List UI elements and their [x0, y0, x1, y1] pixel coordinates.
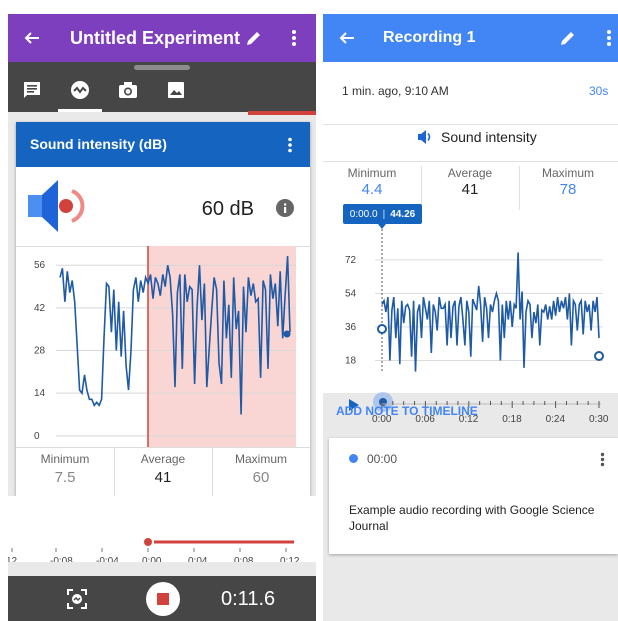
stat-value: 41 — [154, 469, 172, 486]
stat-average: Average 41 — [421, 166, 519, 198]
timeline-tick-label: 0:00 — [142, 556, 162, 562]
stat-value: 4.4 — [361, 181, 383, 198]
timeline-area: 12 -0:08 -0:04 0:00 0:04 0:08 0:12 — [8, 496, 316, 562]
stat-minimum: Minimum 4.4 — [323, 166, 421, 198]
card-header: Sound intensity (dB) — [16, 122, 310, 167]
timeline-tick-label: -0:08 — [50, 556, 73, 562]
y-tick-label: 28 — [34, 346, 46, 357]
back-arrow-icon[interactable] — [20, 26, 44, 50]
stat-label: Minimum — [40, 452, 90, 466]
sensor-title: Sound intensity (dB) — [30, 136, 167, 152]
stat-label: Minimum — [347, 166, 397, 180]
recording-indicator — [248, 111, 316, 115]
back-arrow-icon[interactable] — [335, 26, 359, 50]
sensor-card: Sound intensity (dB) 60 dB 56 42 28 14 0 — [16, 122, 310, 496]
timeline-tick-label: 0:24 — [546, 414, 566, 425]
stat-label: Maximum — [234, 452, 287, 466]
recording-timer: 0:11.6 — [221, 588, 276, 610]
stat-value: 41 — [461, 181, 479, 198]
series-line — [381, 252, 600, 372]
record-bar: 0:11.6 — [8, 576, 316, 621]
recording-title: Recording 1 — [383, 29, 476, 46]
overflow-menu-icon[interactable] — [282, 26, 306, 50]
note-card[interactable]: 00:00 Example audio recording with Googl… — [329, 438, 618, 554]
stop-record-button[interactable] — [146, 582, 180, 616]
duration: 30s — [589, 84, 609, 98]
drag-handle[interactable] — [134, 65, 190, 70]
stat-value: 78 — [559, 181, 577, 198]
stat-label: Average — [447, 166, 493, 180]
y-tick-label: 18 — [345, 355, 357, 366]
timeline-tick-label: 0:12 — [280, 556, 300, 562]
y-tick-label: 14 — [34, 388, 46, 399]
stat-value: 7.5 — [54, 469, 76, 486]
experiment-title: Untitled Experiment — [70, 28, 241, 48]
sensor-name: Sound intensity — [441, 129, 537, 145]
speaker-icon — [28, 177, 90, 240]
timestamp: 1 min. ago, 9:10 AM — [342, 84, 449, 98]
stat-value: 60 — [252, 469, 270, 486]
left-panel: Untitled Experiment Sound intensity (dB)… — [8, 14, 316, 621]
card-menu-icon[interactable] — [280, 134, 300, 156]
value-tooltip: 0:00.0 | 44.26 — [343, 204, 422, 224]
timeline-tick-label: 0:30 — [589, 414, 609, 425]
note-menu-icon[interactable] — [595, 450, 609, 468]
stat-minimum: Minimum 7.5 — [16, 452, 114, 486]
tooltip-value: 44.26 — [390, 208, 416, 220]
note-time: 00:00 — [367, 452, 398, 466]
edit-pencil-icon[interactable] — [556, 26, 580, 50]
recording-summary: 1 min. ago, 9:10 AM 30s Sound intensity … — [323, 62, 618, 425]
divider — [16, 447, 310, 448]
timeline-tick-label: 12 — [8, 556, 18, 562]
timeline-tick-label: 0:08 — [234, 556, 254, 562]
overflow-menu-icon[interactable] — [599, 26, 618, 50]
right-panel: Recording 1 1 min. ago, 9:10 AM 30s Soun… — [323, 14, 618, 621]
timeline-scrubber[interactable]: 12 -0:08 -0:04 0:00 0:04 0:08 0:12 — [8, 496, 316, 562]
tab-sensors-icon[interactable] — [66, 76, 94, 104]
timeline-tick-label: 0:04 — [188, 556, 208, 562]
stat-average: Average 41 — [114, 452, 212, 486]
stat-maximum: Maximum 60 — [212, 452, 310, 486]
active-tab-indicator — [58, 109, 102, 112]
tab-notes-icon[interactable] — [18, 76, 46, 104]
stat-label: Average — [140, 452, 186, 466]
tooltip-time: 0:00.0 — [349, 208, 378, 220]
app-bar: Untitled Experiment — [8, 14, 316, 62]
tab-gallery-icon[interactable] — [162, 76, 190, 104]
current-value: 60 dB — [201, 198, 254, 220]
snapshot-icon[interactable] — [64, 586, 90, 612]
tab-camera-icon[interactable] — [114, 76, 142, 104]
timeline-tick-label: -0:04 — [96, 556, 119, 562]
timeline-tick-label: 0:18 — [502, 414, 522, 425]
stat-label: Maximum — [541, 166, 594, 180]
edit-pencil-icon[interactable] — [242, 26, 266, 50]
y-tick-label: 72 — [345, 255, 357, 266]
divider — [323, 124, 618, 125]
y-tick-label: 54 — [345, 288, 357, 299]
app-bar: Recording 1 — [323, 14, 618, 62]
live-chart: 56 42 28 14 0 — [34, 246, 296, 448]
recording-chart: 72 54 36 18 — [345, 224, 604, 372]
y-tick-label: 56 — [34, 260, 46, 271]
tooltip-separator: | — [382, 208, 386, 220]
y-tick-label: 36 — [345, 322, 357, 333]
note-text: Example audio recording with Google Scie… — [349, 503, 595, 533]
y-tick-label: 0 — [34, 431, 40, 442]
volume-icon — [417, 129, 433, 150]
add-note-link[interactable]: ADD NOTE TO TIMELINE — [336, 404, 478, 418]
stat-maximum: Maximum 78 — [519, 166, 617, 198]
note-dot-icon — [349, 454, 358, 463]
y-tick-label: 42 — [34, 303, 46, 314]
stop-icon — [157, 593, 169, 605]
info-icon[interactable] — [275, 198, 295, 218]
divider — [323, 161, 618, 162]
